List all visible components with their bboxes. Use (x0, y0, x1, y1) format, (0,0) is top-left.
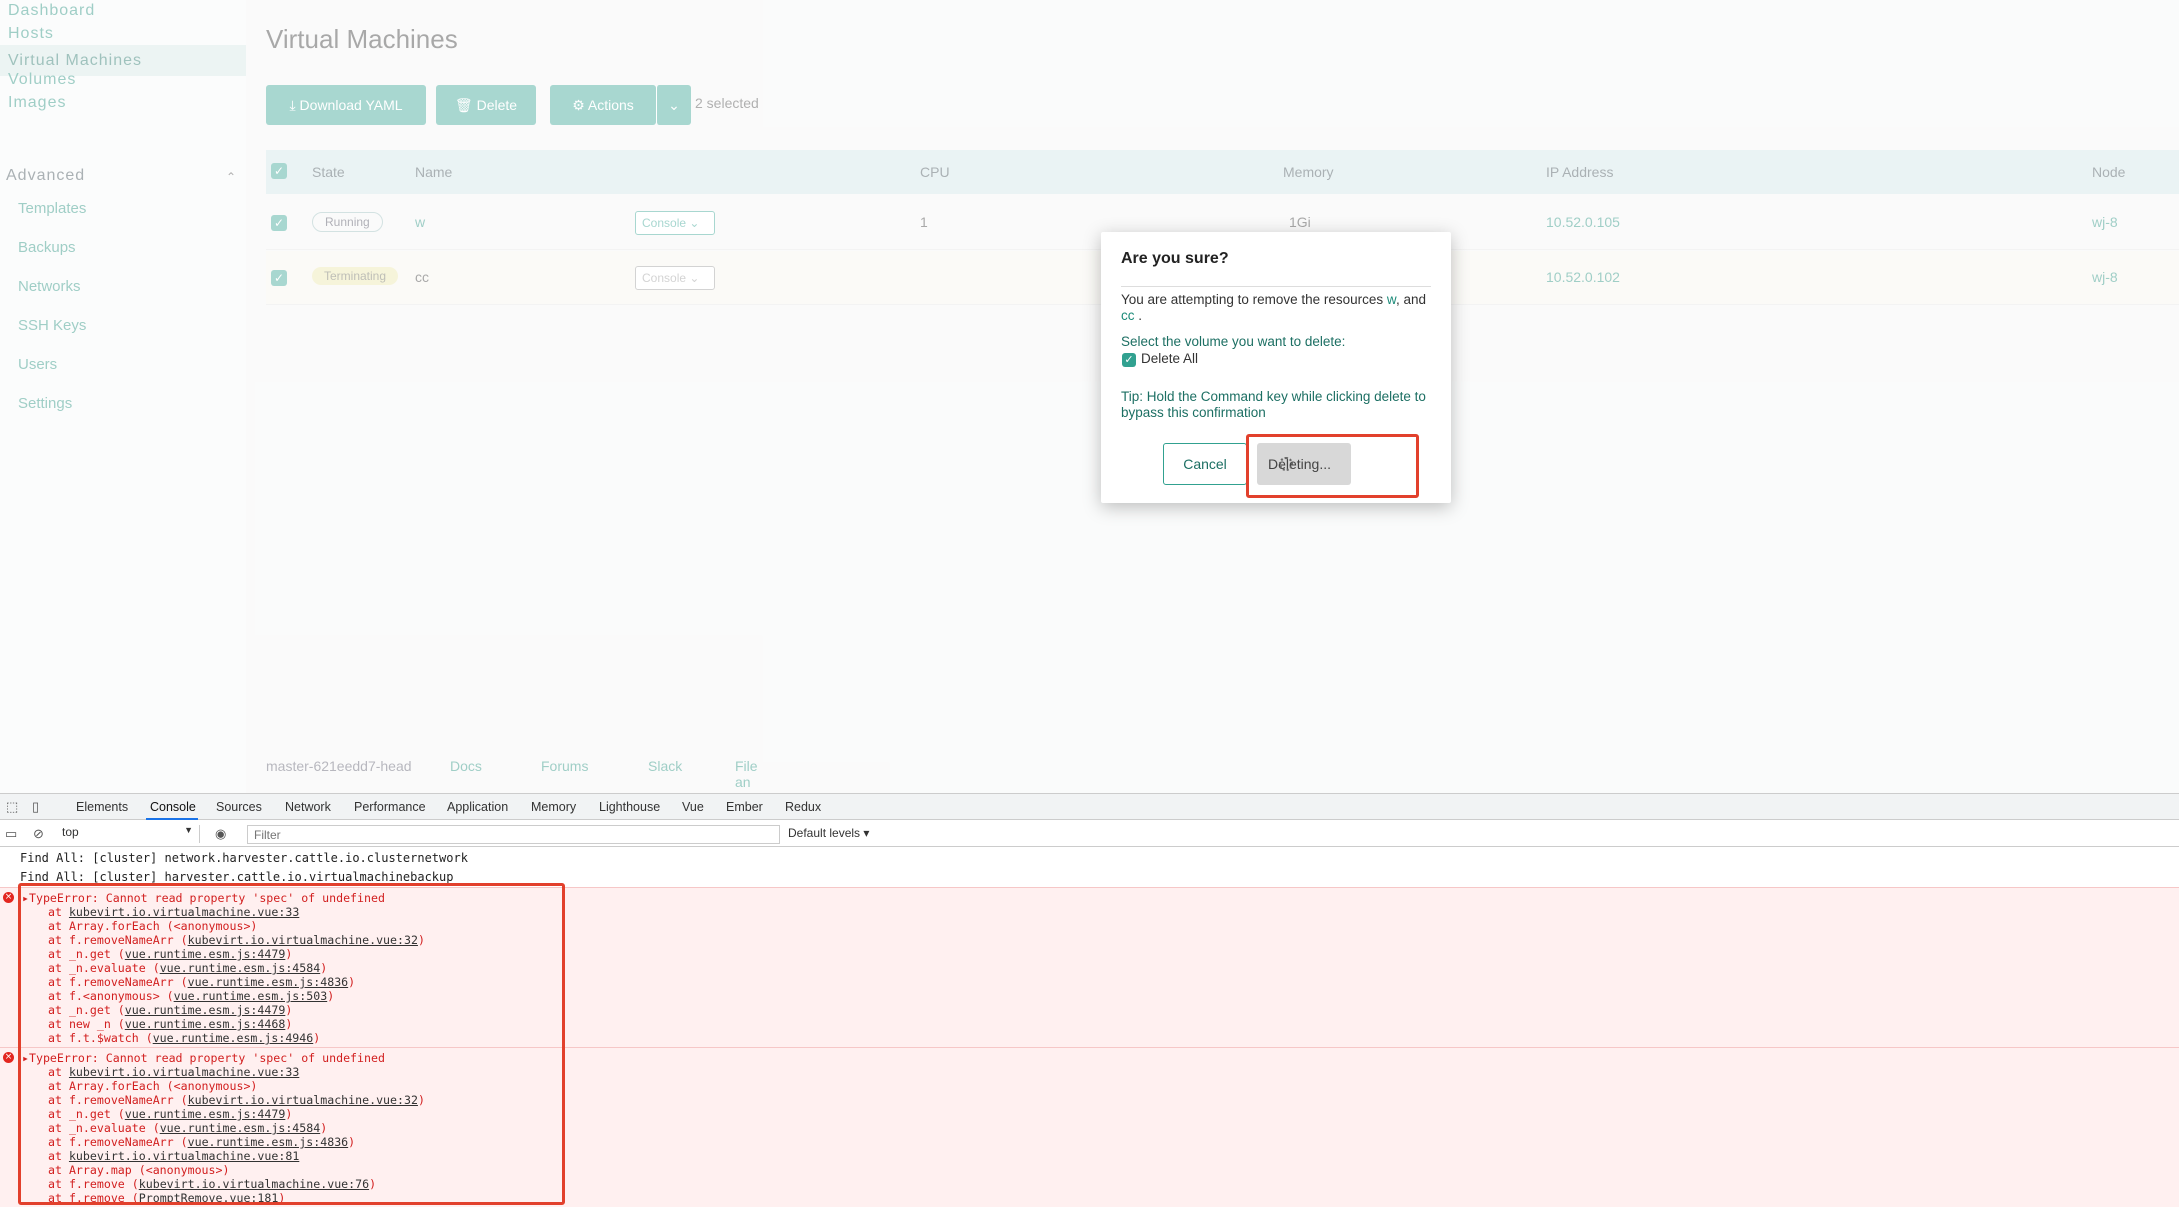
column-cpu[interactable]: CPU (920, 164, 950, 180)
tab-ember[interactable]: Ember (726, 800, 763, 814)
actions-label: Actions (587, 97, 634, 113)
sidebar-item-ssh-keys[interactable]: SSH Keys (18, 317, 86, 334)
download-yaml-button[interactable]: ⤓ Download YAML (266, 85, 426, 125)
dialog-title: Are you sure? (1121, 250, 1229, 267)
console-label: Console (642, 216, 687, 230)
tab-elements[interactable]: Elements (76, 800, 128, 814)
cancel-button[interactable]: Cancel (1163, 443, 1247, 485)
delete-button[interactable]: 🗑 Delete (436, 85, 536, 125)
console-log-line: Find All: [cluster] harvester.cattle.io.… (20, 870, 454, 884)
log-levels-select[interactable]: Default levels ▾ (788, 826, 869, 840)
table-header: ✓ State Name CPU Memory IP Address Node (266, 150, 2179, 194)
tab-sources[interactable]: Sources (216, 800, 262, 814)
column-node[interactable]: Node (2092, 164, 2125, 180)
tab-application[interactable]: Application (447, 800, 508, 814)
device-toggle-icon[interactable]: ▯ (32, 799, 39, 815)
row-checkbox[interactable]: ✓ (271, 215, 287, 231)
sidebar-item-dashboard[interactable]: Dashboard (8, 2, 95, 20)
console-button[interactable]: Console ⌄ (635, 266, 715, 290)
page-title: Virtual Machines (266, 24, 458, 54)
dialog-divider (1121, 286, 1431, 287)
sidebar-item-backups[interactable]: Backups (18, 239, 76, 256)
tab-redux[interactable]: Redux (785, 800, 821, 814)
memory-value: 1Gi (1289, 214, 1311, 230)
message-suffix: . (1138, 308, 1143, 323)
active-tab-indicator (146, 818, 198, 820)
tab-lighthouse[interactable]: Lighthouse (599, 800, 660, 814)
chevron-up-icon[interactable]: ⌃ (226, 170, 236, 184)
tip-text: Tip: Hold the Command key while clicking… (1121, 389, 1426, 420)
selected-count: 2 selected (695, 95, 759, 111)
dialog-message: You are attempting to remove the resourc… (1121, 292, 1436, 324)
cpu-value: 1 (920, 214, 928, 230)
actions-dropdown-button[interactable]: ⌄ (656, 85, 691, 125)
annotation-highlight (1246, 434, 1419, 498)
version-label: master-621eedd7-head (266, 758, 412, 774)
resource-name: w (1386, 292, 1396, 307)
download-yaml-label: Download YAML (299, 97, 403, 113)
context-select[interactable]: top ▼ (62, 825, 200, 843)
sidebar-toggle-icon[interactable]: ▭ (5, 826, 17, 842)
tab-memory[interactable]: Memory (531, 800, 576, 814)
sidebar-group-advanced[interactable]: Advanced (6, 167, 85, 185)
inspect-icon[interactable]: ⬚ (6, 799, 18, 815)
filter-input[interactable] (247, 825, 780, 844)
annotation-highlight (18, 883, 565, 1205)
error-icon: × (3, 892, 14, 903)
column-state[interactable]: State (312, 164, 345, 180)
message-prefix: You are attempting to remove the resourc… (1121, 292, 1384, 307)
column-ip-address[interactable]: IP Address (1546, 164, 1613, 180)
sidebar-item-images[interactable]: Images (8, 94, 66, 112)
delete-all-checkbox[interactable]: ✓ (1122, 353, 1136, 367)
tab-network[interactable]: Network (285, 800, 331, 814)
forums-link[interactable]: Forums (541, 758, 588, 774)
clear-console-icon[interactable]: ⊘ (33, 826, 44, 842)
actions-button[interactable]: ⚙ Actions (550, 85, 656, 125)
column-memory[interactable]: Memory (1283, 164, 1334, 180)
row-checkbox[interactable]: ✓ (271, 270, 287, 286)
sidebar-item-hosts[interactable]: Hosts (8, 25, 54, 43)
console-log-line: Find All: [cluster] network.harvester.ca… (20, 851, 468, 865)
footer: master-621eedd7-head Docs Forums Slack F… (266, 758, 768, 806)
sidebar-item-volumes[interactable]: Volumes (8, 71, 76, 89)
sidebar-item-networks[interactable]: Networks (18, 278, 81, 295)
sidebar-item-users[interactable]: Users (18, 356, 57, 373)
devtools-panel: ⬚ ▯ Elements Console Sources Network Per… (0, 793, 2179, 1212)
node-link[interactable]: wj-8 (2092, 269, 2118, 285)
status-badge: Running (312, 212, 383, 232)
sidebar-item-settings[interactable]: Settings (18, 395, 72, 412)
tab-performance[interactable]: Performance (354, 800, 426, 814)
select-all-checkbox[interactable]: ✓ (271, 163, 287, 179)
volume-select-label: Select the volume you want to delete: (1121, 334, 1346, 349)
app-background: Dashboard Hosts Virtual Machines Volumes… (0, 0, 2179, 806)
ip-address: 10.52.0.105 (1546, 214, 1620, 230)
delete-label: Delete (476, 97, 518, 113)
node-link[interactable]: wj-8 (2092, 214, 2118, 230)
vm-name-link[interactable]: w (415, 214, 425, 230)
delete-all-label: Delete All (1141, 351, 1199, 366)
tab-vue[interactable]: Vue (682, 800, 704, 814)
error-icon: × (3, 1052, 14, 1063)
console-toolbar: ▭ ⊘ top ▼ ◉ Default levels ▾ (0, 821, 2179, 847)
ip-address: 10.52.0.102 (1546, 269, 1620, 285)
eye-icon[interactable]: ◉ (215, 826, 226, 842)
docs-link[interactable]: Docs (450, 758, 482, 774)
tab-console[interactable]: Console (150, 800, 196, 814)
status-badge: Terminating (312, 267, 399, 285)
message-mid: , and (1395, 292, 1426, 307)
devtools-tabbar: ⬚ ▯ Elements Console Sources Network Per… (0, 794, 2179, 820)
console-button[interactable]: Console ⌄ (635, 211, 715, 235)
resource-name: cc (1121, 308, 1135, 323)
slack-link[interactable]: Slack (648, 758, 682, 774)
context-value: top (62, 825, 79, 839)
caret-down-icon: ▼ (184, 825, 193, 835)
console-label: Console (642, 271, 687, 285)
column-name[interactable]: Name (415, 164, 452, 180)
vm-name[interactable]: cc (415, 269, 429, 285)
sidebar: Dashboard Hosts Virtual Machines Volumes… (0, 0, 246, 793)
sidebar-item-templates[interactable]: Templates (18, 200, 86, 217)
